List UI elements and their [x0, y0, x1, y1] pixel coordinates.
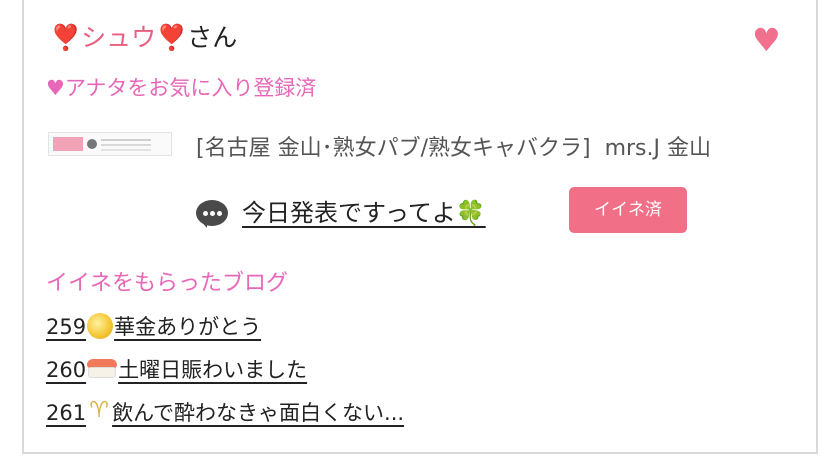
blog-number: 260 [46, 358, 87, 382]
shop-line: [名古屋 金山･熟女パブ/熟女キャバクラ] mrs.J 金山 [196, 133, 711, 165]
moon-icon [87, 313, 114, 339]
blog-item-text: 土曜日賑わいました [118, 358, 308, 382]
iine-button[interactable]: イイネ済 [569, 187, 687, 233]
blog-number: 259 [46, 315, 87, 339]
champagne-glasses-icon: ♈ [89, 398, 109, 423]
heart-icon[interactable]: ♥ [752, 22, 781, 58]
liked-blog-item[interactable]: 261 ♈ 飲んで酔わなきゃ面白くない... [46, 398, 404, 428]
user-honorific: さん [187, 23, 238, 52]
blog-title-link[interactable]: 今日発表ですってよ🍀 [242, 195, 486, 231]
blog-thumbnail[interactable] [48, 132, 172, 156]
shop-name: mrs.J 金山 [604, 136, 711, 161]
notification-card: ❣️シュウ❣️さん ♥ ♥アナタをお気に入り登録済 [名古屋 金山･熟女パブ/熟… [22, 0, 818, 454]
blog-number: 261 [46, 401, 87, 425]
thumbnail-pink-block [53, 137, 83, 151]
speech-bubble-icon [196, 200, 228, 228]
sushi-icon [87, 359, 118, 379]
liked-blogs-title: イイネをもらったブログ [46, 271, 289, 296]
shop-category: [名古屋 金山･熟女パブ/熟女キャバクラ] [196, 136, 591, 161]
liked-blog-item[interactable]: 260 土曜日賑わいました [46, 355, 307, 385]
thumbnail-avatar [87, 139, 97, 149]
user-line: ❣️シュウ❣️さん [50, 20, 237, 56]
thumbnail-text-lines [101, 139, 151, 141]
blog-item-text: 華金ありがとう [114, 315, 262, 339]
blog-item-text: 飲んで酔わなきゃ面白くない... [112, 401, 405, 425]
liked-blog-item[interactable]: 259 華金ありがとう [46, 312, 261, 342]
favorite-status: ♥アナタをお気に入り登録済 [46, 76, 317, 100]
user-name[interactable]: ❣️シュウ❣️ [50, 23, 187, 52]
